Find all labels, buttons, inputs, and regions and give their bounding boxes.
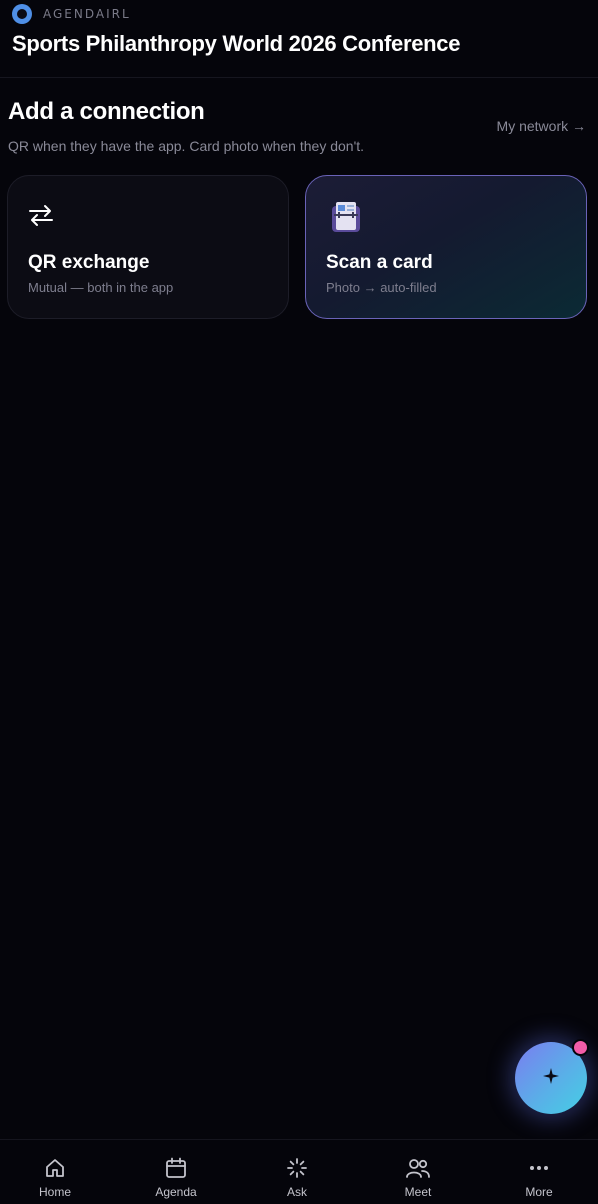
scan-card-title: Scan a card — [326, 252, 433, 273]
tab-home[interactable]: Home — [15, 1140, 95, 1204]
ring-logo-icon — [12, 4, 32, 24]
sparkle-icon — [542, 1067, 560, 1090]
event-title: Sports Philanthropy World 2026 Conferenc… — [12, 31, 461, 56]
spinner-icon — [286, 1157, 308, 1179]
tab-home-label: Home — [38, 1185, 71, 1199]
card-scanner-icon — [330, 200, 362, 239]
tab-ask-label: Ask — [286, 1185, 307, 1199]
brand-name: AGENDAIRL — [43, 7, 131, 21]
section-subtitle: QR when they have the app. Card photo wh… — [8, 138, 365, 154]
swap-arrows-icon — [28, 204, 54, 231]
calendar-icon — [165, 1157, 187, 1179]
tab-meet-label: Meet — [404, 1185, 432, 1199]
tab-agenda[interactable]: Agenda — [136, 1140, 216, 1204]
tab-agenda-label: Agenda — [155, 1185, 197, 1199]
app-header: AGENDAIRL Sports Philanthropy World 2026… — [0, 0, 598, 78]
scan-card-card[interactable]: Scan a card Photo → auto-filled — [305, 175, 587, 319]
tab-ask[interactable]: Ask — [257, 1140, 337, 1204]
qr-exchange-subtitle: Mutual — both in the app — [28, 280, 174, 295]
my-network-link[interactable]: My network → — [497, 118, 586, 134]
scan-card-subtitle: Photo → auto-filled — [326, 280, 437, 295]
tab-more[interactable]: More — [499, 1140, 579, 1204]
people-icon — [406, 1157, 430, 1179]
tab-meet[interactable]: Meet — [378, 1140, 458, 1204]
home-icon — [44, 1157, 66, 1179]
qr-exchange-card[interactable]: QR exchange Mutual — both in the app — [7, 175, 289, 319]
brand: AGENDAIRL — [12, 4, 131, 24]
bottom-tab-bar: Home Agenda Ask Meet More — [0, 1139, 598, 1204]
more-dots-icon — [528, 1157, 550, 1179]
tab-more-label: More — [525, 1185, 553, 1199]
qr-exchange-title: QR exchange — [28, 252, 150, 273]
notification-badge — [572, 1039, 589, 1056]
section-title: Add a connection — [8, 98, 205, 125]
